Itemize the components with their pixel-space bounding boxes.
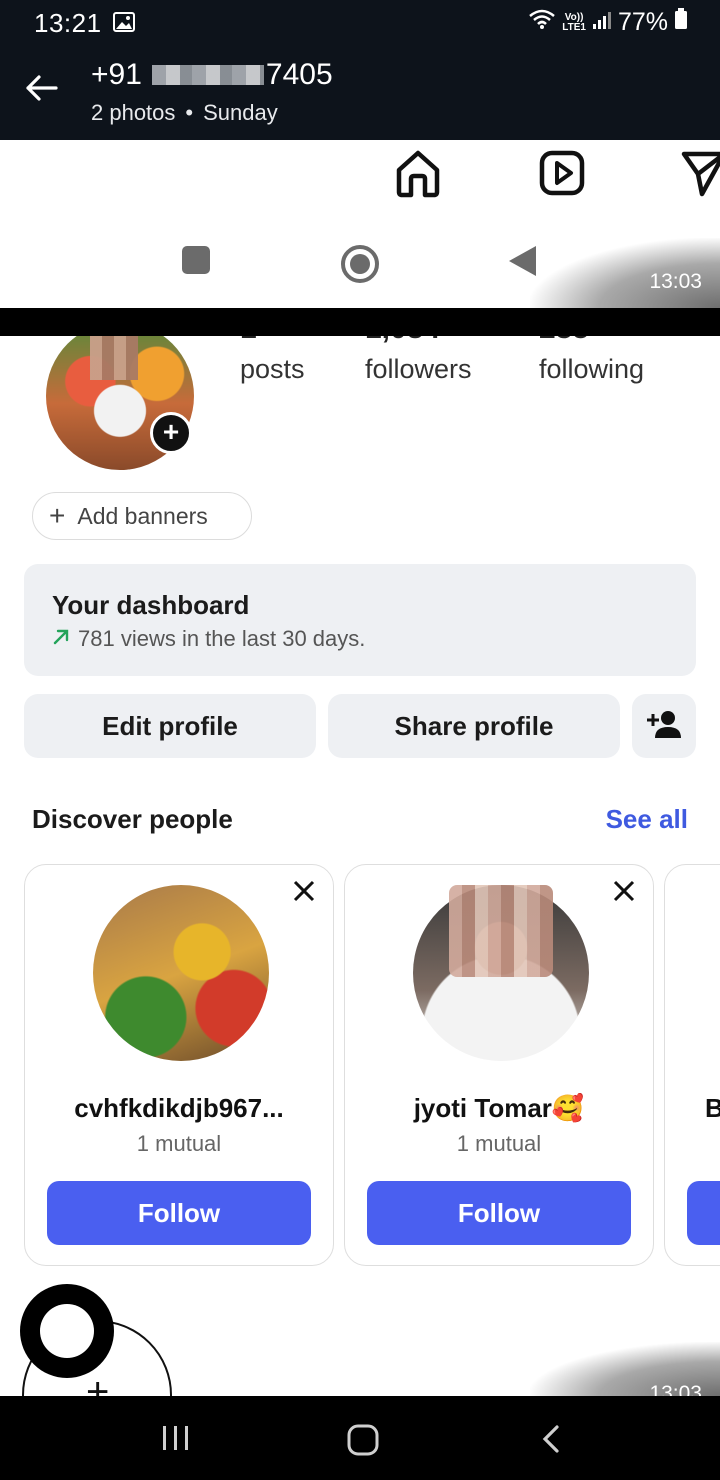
network-type: Vo)) LTE1	[562, 11, 586, 33]
media-info: 2 photos • Sunday	[91, 100, 278, 126]
photo-divider	[0, 308, 720, 336]
add-banners-label: Add banners	[77, 502, 208, 529]
stat-followers[interactable]: 1,084 followers	[365, 336, 472, 385]
viewer-header: +91 7405 2 photos • Sunday	[0, 46, 720, 140]
recents-square-icon[interactable]	[180, 244, 212, 281]
posts-count: 1	[240, 336, 305, 344]
follow-button[interactable]: Follow	[47, 1181, 311, 1245]
suggestion-card[interactable]: jyoti Tomar🥰 1 mutual Follow	[344, 864, 654, 1266]
blurred-face	[90, 336, 138, 380]
reels-icon[interactable]	[538, 148, 586, 203]
phone-suffix: 7405	[265, 58, 333, 91]
mutual-count: 1 mutual	[136, 1131, 222, 1156]
add-story-plus-icon[interactable]: +	[150, 412, 192, 454]
trend-up-arrow-icon	[52, 626, 70, 652]
home-icon[interactable]	[346, 1424, 380, 1461]
see-all-link[interactable]: See all	[606, 804, 688, 835]
media-date: Sunday	[203, 100, 278, 125]
screenshot-profile: + 1 posts 1,084 followers 235 following …	[0, 336, 720, 1396]
dashboard-views-text: 781 views in the last 30 days.	[78, 626, 366, 651]
plus-icon: +	[49, 500, 66, 531]
plus-icon: +	[86, 1370, 110, 1396]
home-circle-icon[interactable]	[340, 244, 380, 289]
gallery-notification-icon	[113, 12, 135, 37]
back-arrow-icon[interactable]	[24, 74, 58, 107]
battery-level: 77%	[617, 8, 668, 36]
chat-title: +91 7405	[91, 58, 333, 92]
photo-count: 2 photos	[91, 100, 176, 125]
edit-profile-button[interactable]: Edit profile	[24, 694, 316, 758]
battery-icon	[674, 8, 688, 37]
status-time: 13:21	[34, 8, 102, 38]
dismiss-close-icon[interactable]	[613, 879, 635, 907]
follow-button[interactable]: Follow	[367, 1181, 631, 1245]
follow-button[interactable]	[687, 1181, 720, 1245]
wifi-icon	[528, 8, 556, 37]
photo-timestamp: 13:03	[649, 1382, 702, 1396]
suggestion-card-partial[interactable]: B	[664, 864, 720, 1266]
separator-dot: •	[185, 100, 194, 125]
system-nav-bar	[0, 1396, 720, 1480]
status-bar: 13:21 Vo)) LTE1 77%	[0, 0, 720, 46]
blurred-face	[449, 885, 553, 977]
add-banners-button[interactable]: + Add banners	[32, 492, 252, 540]
posts-label: posts	[240, 354, 305, 384]
suggestion-avatar[interactable]	[413, 885, 589, 1061]
dashboard-subtitle: 781 views in the last 30 days.	[52, 626, 365, 652]
suggestion-username[interactable]: cvhfkdikdjb967...	[25, 1093, 333, 1124]
suggestion-card[interactable]: cvhfkdikdjb967... 1 mutual Follow	[24, 864, 334, 1266]
home-icon[interactable]	[394, 148, 442, 203]
screenshot-nav-crop: 13:03	[0, 140, 720, 308]
following-count: 235	[539, 336, 644, 344]
stat-following[interactable]: 235 following	[539, 336, 644, 385]
followers-label: followers	[365, 354, 472, 384]
dashboard-title: Your dashboard	[52, 590, 250, 620]
followers-count: 1,084	[365, 336, 472, 344]
share-profile-button[interactable]: Share profile	[328, 694, 620, 758]
suggestion-username[interactable]: B	[705, 1093, 720, 1124]
suggestion-username[interactable]: jyoti Tomar🥰	[345, 1093, 653, 1124]
photo-timestamp: 13:03	[649, 270, 702, 293]
discover-people-button[interactable]	[632, 694, 696, 758]
mutual-count: 1 mutual	[456, 1131, 542, 1156]
dismiss-close-icon[interactable]	[293, 879, 315, 907]
assistive-touch-ring-icon[interactable]	[20, 1284, 114, 1378]
discover-people-title: Discover people	[32, 804, 233, 834]
phone-prefix: +91	[91, 58, 142, 91]
following-label: following	[539, 354, 645, 384]
add-person-icon	[646, 709, 682, 744]
recents-icon[interactable]	[160, 1424, 192, 1457]
back-icon[interactable]	[540, 1424, 562, 1459]
dashboard-card[interactable]: Your dashboard 781 views in the last 30 …	[24, 564, 696, 676]
redacted-digits	[151, 65, 264, 85]
signal-icon	[592, 8, 612, 37]
stat-posts[interactable]: 1 posts	[240, 336, 305, 385]
send-icon[interactable]	[680, 148, 720, 203]
suggestion-avatar[interactable]	[93, 885, 269, 1061]
